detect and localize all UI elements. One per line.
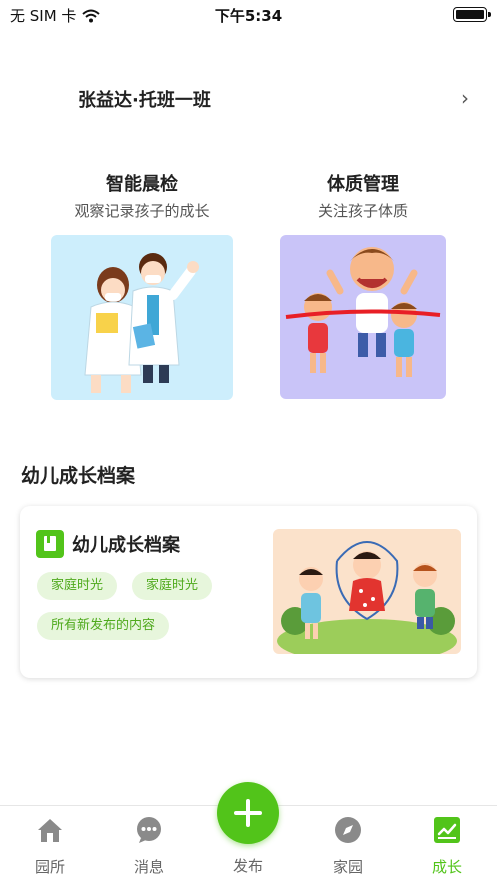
tab-home-school[interactable]: 家园 bbox=[308, 806, 388, 883]
tag-family-time[interactable]: 家庭时光 bbox=[37, 572, 118, 600]
chevron-right-icon: › bbox=[461, 86, 469, 110]
compass-icon bbox=[335, 817, 361, 843]
publish-button[interactable] bbox=[217, 782, 279, 844]
home-icon bbox=[38, 819, 62, 842]
tab-label: 成长 bbox=[431, 858, 462, 876]
tab-growth[interactable]: 成长 bbox=[407, 806, 487, 883]
feature-title: 体质管理 bbox=[327, 174, 399, 195]
growth-archive-card[interactable]: 幼儿成长档案 家庭时光 家庭时光 所有新发布的内容 bbox=[20, 506, 477, 678]
tab-label: 园所 bbox=[34, 858, 65, 876]
feature-physique-management[interactable]: 体质管理 关注孩子体质 bbox=[268, 170, 458, 221]
feature-title: 智能晨检 bbox=[106, 174, 178, 195]
kids-running-illustration[interactable] bbox=[280, 235, 446, 399]
tag-family-time[interactable]: 家庭时光 bbox=[132, 572, 213, 600]
tab-label: 消息 bbox=[133, 858, 164, 876]
tab-messages[interactable]: 消息 bbox=[109, 806, 189, 883]
doctors-illustration[interactable] bbox=[51, 235, 233, 400]
class-name: 张益达·托班一班 bbox=[78, 90, 211, 111]
feature-subtitle: 观察记录孩子的成长 bbox=[74, 202, 210, 220]
tab-label: 家园 bbox=[332, 858, 363, 876]
kids-playing-illustration bbox=[273, 529, 461, 654]
feature-morning-check[interactable]: 智能晨检 观察记录孩子的成长 bbox=[47, 170, 237, 221]
tab-kindergarten[interactable]: 园所 bbox=[10, 806, 90, 883]
card-header: 幼儿成长档案 bbox=[36, 530, 180, 558]
class-selector[interactable]: 张益达·托班一班 › bbox=[0, 78, 497, 116]
publish-label: 发布 bbox=[232, 857, 263, 875]
growth-chart-icon bbox=[434, 817, 460, 843]
feature-subtitle: 关注孩子体质 bbox=[317, 202, 408, 220]
status-time: 下午5:34 bbox=[214, 7, 283, 25]
battery-icon bbox=[453, 7, 491, 22]
book-icon bbox=[36, 530, 64, 558]
card-title: 幼儿成长档案 bbox=[72, 535, 180, 556]
section-title: 幼儿成长档案 bbox=[21, 465, 136, 487]
status-bar: 无 SIM 卡 下午5:34 bbox=[0, 0, 497, 30]
chat-icon bbox=[137, 817, 161, 843]
tag-all-new-content[interactable]: 所有新发布的内容 bbox=[37, 612, 170, 640]
